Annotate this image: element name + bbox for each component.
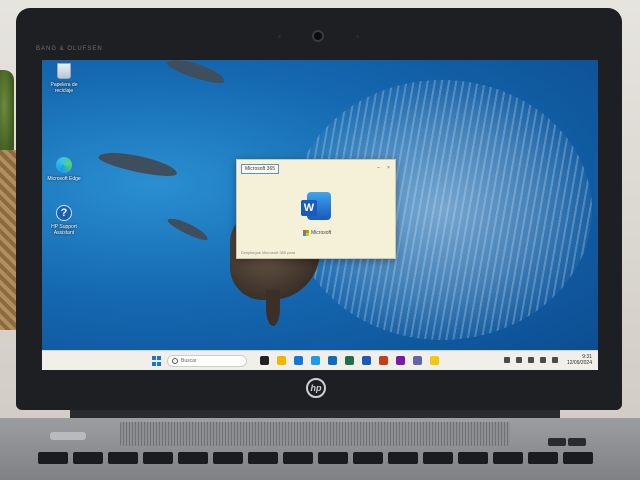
clock-date: 12/09/2024 — [566, 360, 592, 366]
webcam — [312, 30, 324, 42]
system-tray[interactable] — [504, 357, 558, 363]
search-icon — [172, 358, 178, 364]
bezel-brand-text: BANG & OLUFSEN — [36, 46, 103, 52]
desktop-icon-hp-support[interactable]: ? HP Support Assistant — [42, 204, 86, 236]
splash-footer: Despliegue Microsoft 365 para — [241, 250, 296, 255]
desktop-icon-recycle-bin[interactable]: Papelera de reciclaje — [42, 62, 86, 94]
status-light — [50, 432, 86, 440]
wifi-icon[interactable] — [528, 357, 534, 363]
network-icon[interactable] — [516, 357, 522, 363]
desktop-icon-label: HP Support Assistant — [51, 224, 77, 236]
speaker-grille — [120, 422, 510, 446]
hp-logo: hp — [306, 378, 326, 398]
desktop-screen: Papelera de reciclaje Microsoft Edge ? H… — [42, 60, 598, 370]
powerpoint-icon[interactable] — [379, 356, 388, 365]
mute-indicator — [548, 438, 566, 446]
outlook-icon[interactable] — [328, 356, 337, 365]
hp-support-icon: ? — [55, 204, 73, 222]
start-button[interactable] — [152, 356, 162, 366]
edge-icon — [55, 156, 73, 174]
teams-icon[interactable] — [413, 356, 422, 365]
word-icon[interactable] — [362, 356, 371, 365]
volume-icon[interactable] — [540, 357, 546, 363]
sea-lion-wallpaper — [166, 214, 210, 244]
search-placeholder: Buscar — [181, 358, 197, 364]
excel-icon[interactable] — [345, 356, 354, 365]
desktop-icon-label: Papelera de reciclaje — [50, 82, 78, 94]
sea-lion-wallpaper — [165, 60, 227, 87]
word-icon: W — [301, 192, 331, 220]
minimize-icon[interactable]: – — [377, 165, 380, 171]
power-indicator — [568, 438, 586, 446]
sea-lion-tail — [266, 290, 280, 326]
chevron-up-icon[interactable] — [504, 357, 510, 363]
battery-icon[interactable] — [552, 357, 558, 363]
microsoft-logo-icon — [303, 230, 309, 236]
splash-title: Microsoft 365 — [241, 164, 280, 174]
widgets-icon[interactable] — [260, 356, 269, 365]
edge-icon[interactable] — [311, 356, 320, 365]
desktop-icon-edge[interactable]: Microsoft Edge — [42, 156, 86, 182]
camera-sensor — [278, 35, 281, 38]
camera-sensor — [356, 35, 359, 38]
taskbar-search[interactable]: Buscar — [167, 355, 247, 367]
onenote-icon[interactable] — [396, 356, 405, 365]
splash-brand: Microsoft — [311, 230, 332, 236]
plant — [0, 70, 14, 160]
file-explorer-icon[interactable] — [277, 356, 286, 365]
store-icon[interactable] — [294, 356, 303, 365]
taskbar: Buscar 9:31 12/09/2024 — [42, 350, 598, 370]
desktop-icon-label: Microsoft Edge — [47, 176, 81, 182]
microsoft365-splash-window[interactable]: Microsoft 365 – × W Microsoft Despliegue… — [236, 159, 396, 259]
close-icon[interactable]: × — [387, 165, 390, 171]
recycle-bin-icon — [55, 62, 73, 80]
sea-lion-wallpaper — [97, 147, 179, 181]
keyboard — [38, 452, 598, 480]
taskbar-clock[interactable]: 9:31 12/09/2024 — [567, 354, 592, 366]
notes-icon[interactable] — [430, 356, 439, 365]
